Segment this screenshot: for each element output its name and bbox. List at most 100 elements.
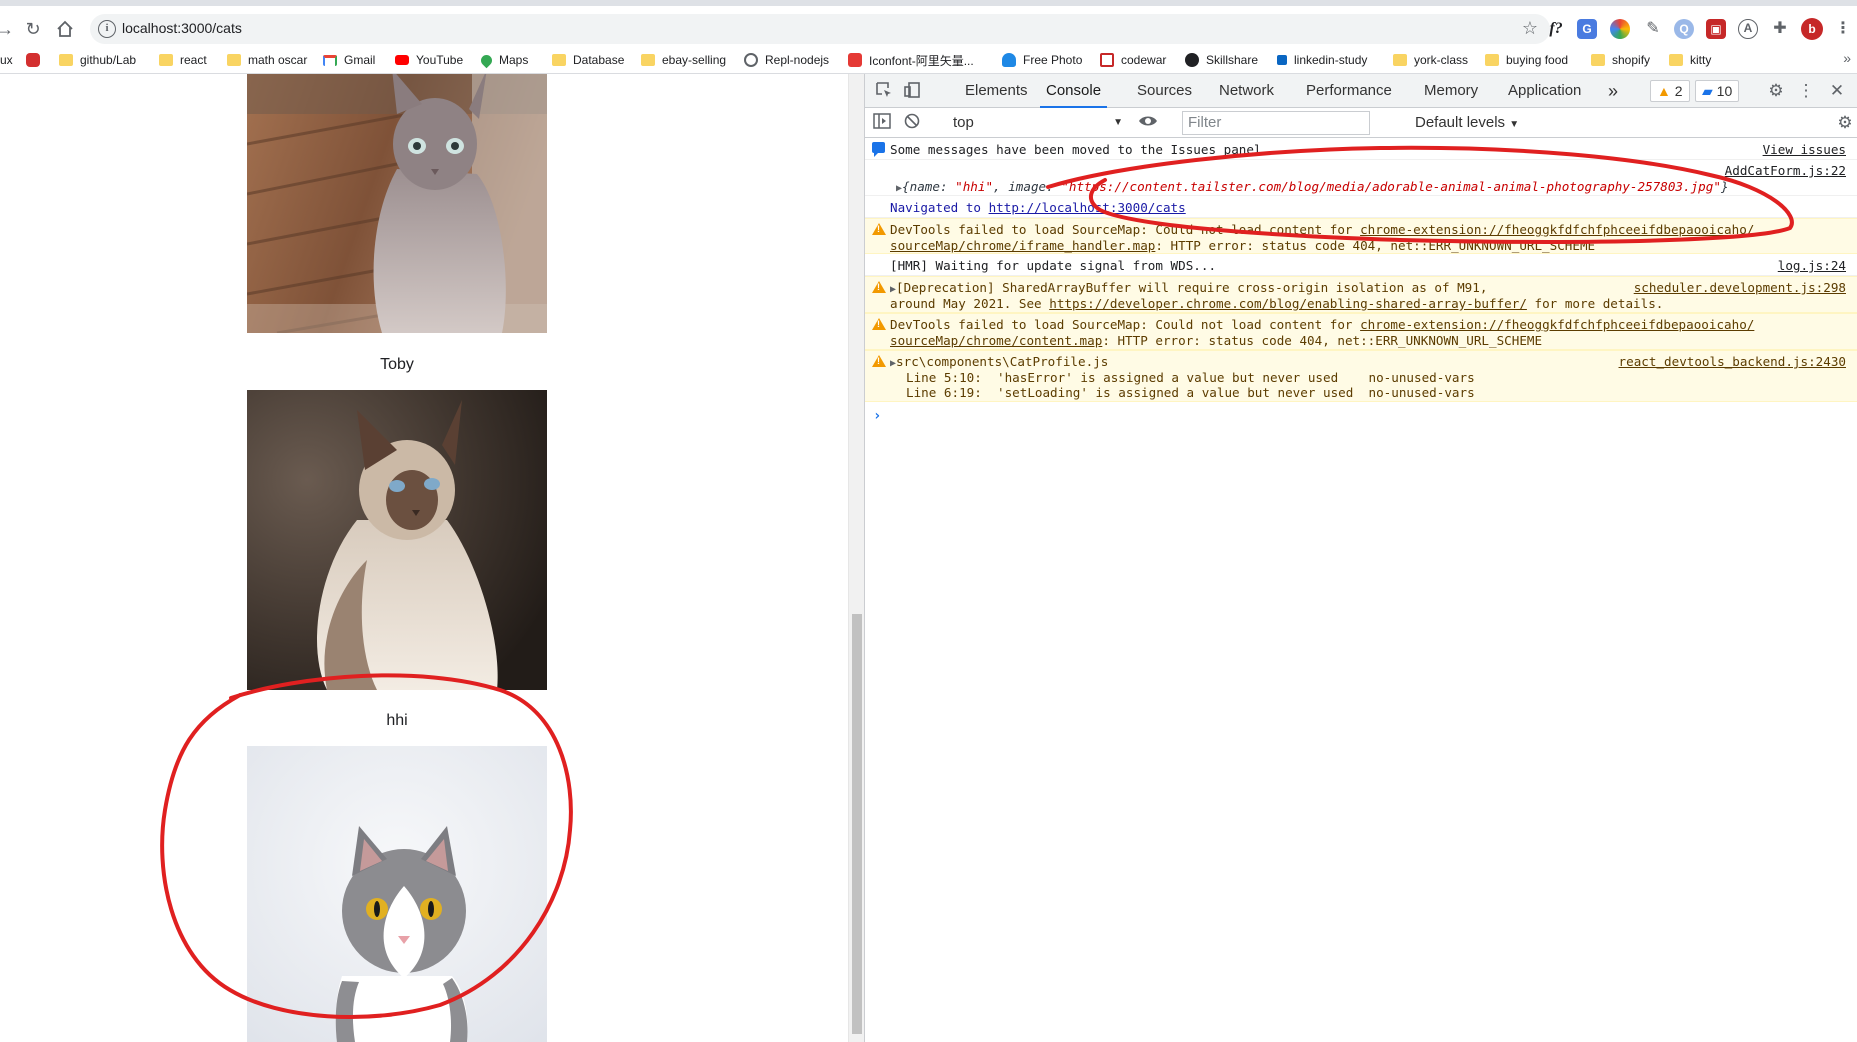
close-devtools-icon[interactable]: ✕ <box>1827 81 1847 101</box>
warning-icon <box>872 355 886 367</box>
tab-network[interactable]: Network <box>1213 74 1280 108</box>
navigated-url-link[interactable]: http://localhost:3000/cats <box>989 200 1186 215</box>
folder-icon <box>1393 54 1407 66</box>
address-url[interactable]: localhost:3000/cats <box>122 20 242 36</box>
color-wheel-extension-icon[interactable] <box>1610 19 1630 39</box>
warning-icon <box>872 318 886 330</box>
folder-icon <box>59 54 73 66</box>
bookmark-star-icon[interactable]: ☆ <box>1522 18 1538 39</box>
page-scrollbar-thumb[interactable] <box>852 614 862 1034</box>
folder-icon <box>1591 54 1605 66</box>
device-toolbar-icon[interactable] <box>902 81 922 101</box>
more-tabs-button[interactable]: » <box>1602 74 1624 108</box>
tab-memory[interactable]: Memory <box>1418 74 1484 108</box>
bookmark-red-logo[interactable] <box>26 51 47 69</box>
browser-menu-icon[interactable]: ⋮ <box>1833 19 1853 39</box>
deprecation-link[interactable]: https://developer.chrome.com/blog/enabli… <box>1049 296 1527 311</box>
bookmark-iconfont[interactable]: Iconfont-阿里矢量... <box>848 51 974 69</box>
cat-photo-sphynx <box>247 74 547 333</box>
address-bar[interactable]: i localhost:3000/cats ☆ <box>90 14 1550 44</box>
console-message-hmr: [HMR] Waiting for update signal from WDS… <box>865 254 1857 276</box>
tab-application[interactable]: Application <box>1502 74 1587 108</box>
skillshare-icon <box>1185 53 1199 67</box>
page-scrollbar[interactable] <box>848 74 864 1042</box>
bookmark-york-class[interactable]: york-class <box>1393 51 1468 69</box>
console-prompt[interactable]: › <box>873 408 881 424</box>
warning-icon <box>872 281 886 293</box>
tab-console[interactable]: Console <box>1040 74 1108 108</box>
site-info-icon[interactable]: i <box>98 20 116 38</box>
console-sidebar-icon[interactable] <box>872 113 892 133</box>
chevron-down-icon: ▼ <box>1113 117 1123 128</box>
console-message-issues: Some messages have been moved to the Iss… <box>865 138 1857 160</box>
home-icon[interactable] <box>52 16 78 42</box>
source-link[interactable]: scheduler.development.js:298 <box>1634 280 1846 295</box>
bookmark-react[interactable]: react <box>159 51 207 69</box>
devtools-panel: Elements Console Sources Network Perform… <box>865 74 1857 1042</box>
bookmark-github-lab[interactable]: github/Lab <box>59 51 136 69</box>
extensions-puzzle-icon[interactable]: ✚ <box>1770 19 1790 39</box>
red-extension-icon[interactable]: ▣ <box>1706 19 1726 39</box>
console-message-log-object[interactable]: AddCatForm.js:22 ▶{name: "hhi", image: "… <box>865 160 1857 196</box>
bookmark-math-oscar[interactable]: math oscar <box>227 51 307 69</box>
bookmark-database[interactable]: Database <box>552 51 624 69</box>
bookmark-maps[interactable]: Maps <box>478 51 528 69</box>
bookmark-buying-food[interactable]: buying food <box>1485 51 1568 69</box>
console-warning-sourcemap-1: DevTools failed to load SourceMap: Could… <box>865 218 1857 254</box>
bookmarks-overflow-icon[interactable]: » <box>1843 50 1851 66</box>
folder-icon <box>641 54 655 66</box>
log-levels-dropdown[interactable]: Default levels ▼ <box>1415 112 1519 136</box>
cat-name-hhi: hhi <box>386 712 408 729</box>
devtools-menu-icon[interactable]: ⋮ <box>1796 81 1816 101</box>
warnings-badge[interactable]: ▲ 2 <box>1650 80 1690 102</box>
bookmark-repl-nodejs[interactable]: Repl-nodejs <box>744 51 829 69</box>
reload-icon[interactable]: ↻ <box>20 16 46 42</box>
bookmark-ebay-selling[interactable]: ebay-selling <box>641 51 726 69</box>
clear-console-icon[interactable] <box>902 113 922 133</box>
bookmark-gmail[interactable]: Gmail <box>323 51 375 69</box>
profile-avatar[interactable]: b <box>1801 18 1823 40</box>
bookmark-ux[interactable]: ux <box>0 51 13 69</box>
bookmark-free-photo[interactable]: Free Photo <box>1002 51 1082 69</box>
cat-photo-hhi <box>247 746 547 1042</box>
view-issues-link[interactable]: View issues <box>1763 142 1846 157</box>
page-viewport: Toby hhi <box>0 74 848 1042</box>
devtools-tab-bar: Elements Console Sources Network Perform… <box>865 74 1857 108</box>
q-extension-icon[interactable]: Q <box>1674 19 1694 39</box>
tab-performance[interactable]: Performance <box>1300 74 1398 108</box>
bookmark-kitty[interactable]: kitty <box>1669 51 1711 69</box>
messages-badge[interactable]: ▰ 10 <box>1695 80 1740 102</box>
source-link[interactable]: react_devtools_backend.js:2430 <box>1619 354 1846 369</box>
console-warning-sourcemap-2: DevTools failed to load SourceMap: Could… <box>865 313 1857 350</box>
bookmark-linkedin-study[interactable]: linkedin-study <box>1277 51 1367 69</box>
iconfont-icon <box>848 53 862 67</box>
console-filter-input[interactable]: Filter <box>1182 111 1370 135</box>
folder-icon <box>227 54 241 66</box>
source-link[interactable]: log.js:24 <box>1778 258 1846 273</box>
tab-sources[interactable]: Sources <box>1131 74 1198 108</box>
a-extension-icon[interactable]: A <box>1738 19 1758 39</box>
repl-icon <box>744 53 758 67</box>
source-link[interactable]: AddCatForm.js:22 <box>1725 163 1846 178</box>
chevron-down-icon: ▼ <box>1509 119 1520 130</box>
bookmark-shopify[interactable]: shopify <box>1591 51 1650 69</box>
context-select[interactable]: top ▼ <box>953 112 1123 134</box>
settings-gear-icon[interactable]: ⚙ <box>1766 81 1786 101</box>
youtube-icon <box>395 55 409 65</box>
live-expression-eye-icon[interactable] <box>1138 113 1158 133</box>
warning-icon <box>872 223 886 235</box>
tab-elements[interactable]: Elements <box>959 74 1034 108</box>
bookmark-youtube[interactable]: YouTube <box>395 51 463 69</box>
inspect-element-icon[interactable] <box>874 81 894 101</box>
browser-toolbar: → ↻ i localhost:3000/cats ☆ f? G ✎ Q ▣ A… <box>0 0 1857 46</box>
bookmark-codewar[interactable]: codewar <box>1100 51 1166 69</box>
pen-extension-icon[interactable]: ✎ <box>1643 19 1663 39</box>
console-output: Some messages have been moved to the Iss… <box>865 138 1857 1042</box>
forward-icon[interactable]: → <box>0 16 18 42</box>
folder-icon <box>1669 54 1683 66</box>
cat-name-toby: Toby <box>380 356 414 373</box>
translate-extension-icon[interactable]: G <box>1577 19 1597 39</box>
bookmark-skillshare[interactable]: Skillshare <box>1185 51 1258 69</box>
console-settings-gear-icon[interactable]: ⚙ <box>1835 113 1855 133</box>
fx-extension-icon[interactable]: f? <box>1546 19 1566 39</box>
